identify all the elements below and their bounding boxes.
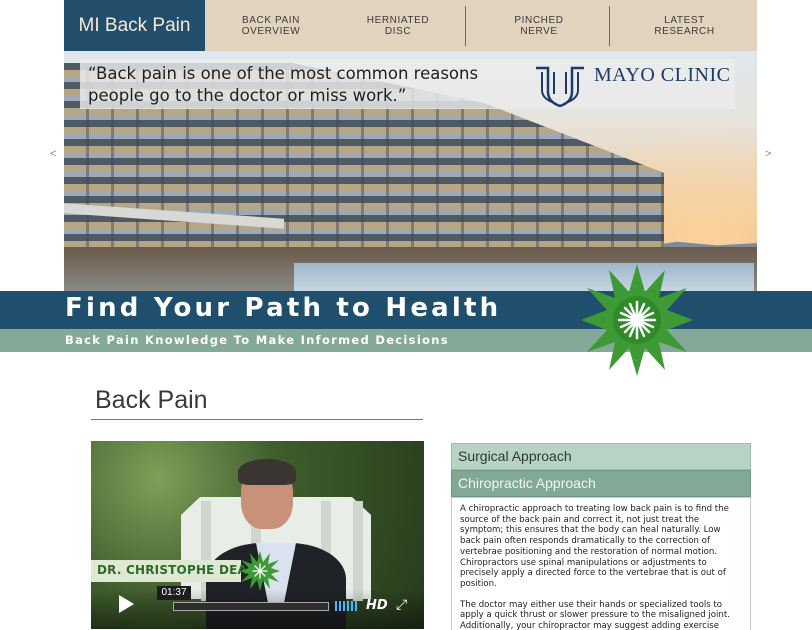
play-icon[interactable]: [119, 595, 134, 613]
accordion-label: Surgical Approach: [458, 448, 572, 464]
hd-toggle-button[interactable]: HD: [366, 598, 388, 613]
accordion-panel-chiropractic: A chiropractic approach to treating low …: [451, 497, 751, 630]
page-title: Back Pain: [95, 386, 208, 414]
title-divider: [91, 419, 423, 420]
hero-quote: “Back pain is one of the most common rea…: [88, 64, 479, 105]
accordion-header-surgical[interactable]: Surgical Approach: [451, 443, 751, 470]
brand-home-link[interactable]: MI Back Pain: [64, 0, 205, 51]
carousel-next-arrow[interactable]: >: [765, 148, 771, 160]
mayo-clinic-logo-text: MAYO CLINIC: [594, 64, 731, 86]
accordion-paragraph: The doctor may either use their hands or…: [460, 599, 730, 630]
video-seek-bar[interactable]: [173, 602, 329, 611]
banner-subtitle: Back Pain Knowledge To Make Informed Dec…: [65, 333, 449, 347]
mayo-shield-icon: [536, 66, 584, 108]
nav-divider: [465, 6, 466, 46]
starburst-logo-icon: [581, 264, 693, 376]
accordion-paragraph: A chiropractic approach to treating low …: [460, 504, 729, 589]
accordion-label: Chiropractic Approach: [458, 475, 596, 491]
nav-item-latest-research[interactable]: LATEST RESEARCH: [612, 0, 757, 51]
banner-title: Find Your Path to Health: [65, 293, 502, 323]
nav-divider: [609, 6, 610, 46]
gazebo-column: [353, 501, 363, 601]
top-navigation: MI Back Pain BACK PAIN OVERVIEW HERNIATE…: [64, 0, 757, 51]
nav-item-back-pain-overview[interactable]: BACK PAIN OVERVIEW: [212, 0, 330, 51]
presenter-hair: [238, 459, 296, 485]
accordion-body-text: A chiropractic approach to treating low …: [460, 504, 740, 630]
accordion-header-chiropractic[interactable]: Chiropractic Approach: [451, 470, 751, 497]
presenter-name: DR. CHRISTOPHE DEAN: [97, 563, 258, 577]
fullscreen-icon[interactable]: ⤢: [396, 597, 407, 613]
nav-item-pinched-nerve[interactable]: PINCHED NERVE: [468, 0, 610, 51]
starburst-small-icon: [240, 551, 280, 591]
nav-item-herniated-disc[interactable]: HERNIATED DISC: [336, 0, 460, 51]
hero-image: “Back pain is one of the most common rea…: [64, 51, 757, 291]
carousel-prev-arrow[interactable]: <: [50, 148, 56, 160]
video-time: 01:37: [157, 586, 191, 600]
volume-icon[interactable]: [335, 601, 357, 611]
video-player[interactable]: DR. CHRISTOPHE DEAN 01:37 HD ⤢: [91, 441, 424, 629]
